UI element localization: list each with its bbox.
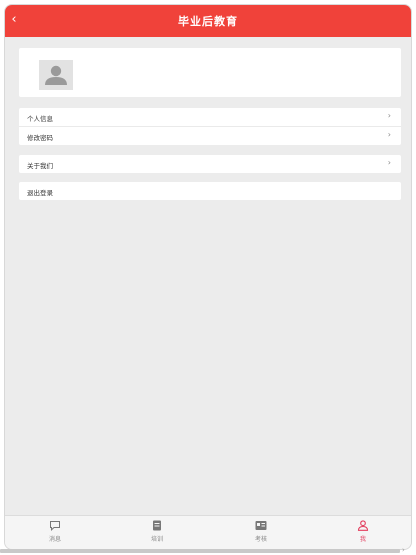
- menu-item-change-password[interactable]: 修改密码 ›: [19, 126, 401, 145]
- tab-label: 考核: [254, 536, 267, 543]
- tab-label: 我: [359, 536, 366, 543]
- app-window: ‹ 毕业后教育 个人信息 › 修改密码 › 关于我们 › 退出登录 消息 培训 …: [4, 4, 412, 550]
- tab-label: 消息: [48, 536, 61, 543]
- person-avatar-icon[interactable]: [39, 60, 73, 90]
- scroll-right-icon[interactable]: ›: [402, 546, 405, 554]
- profile-card[interactable]: [19, 48, 401, 97]
- menu-item-about-us[interactable]: 关于我们 ›: [19, 155, 401, 173]
- menu-group-about: 关于我们 ›: [19, 155, 401, 173]
- page-title: 毕业后教育: [178, 15, 238, 28]
- tab-label: 培训: [150, 536, 163, 543]
- chat-bubble-icon: [50, 521, 60, 531]
- menu-group-account: 个人信息 › 修改密码 ›: [19, 108, 401, 145]
- chevron-right-icon: ›: [387, 130, 391, 139]
- tab-exam[interactable]: 考核: [236, 520, 286, 543]
- document-icon: [153, 520, 161, 531]
- horizontal-scrollbar[interactable]: [0, 549, 400, 553]
- menu-item-label: 关于我们: [27, 162, 53, 170]
- tab-me[interactable]: 我: [338, 520, 388, 543]
- exam-card-icon: [255, 521, 267, 530]
- menu-item-label: 个人信息: [27, 115, 53, 123]
- logout-label: 退出登录: [27, 189, 53, 197]
- tab-messages[interactable]: 消息: [30, 520, 80, 543]
- chevron-right-icon: ›: [387, 111, 391, 120]
- logout-button[interactable]: 退出登录: [19, 182, 401, 200]
- nav-header: ‹ 毕业后教育: [5, 5, 411, 37]
- bottom-tab-bar: 消息 培训 考核 我: [5, 515, 411, 549]
- person-icon: [357, 520, 369, 531]
- menu-item-label: 修改密码: [27, 134, 53, 142]
- menu-item-personal-info[interactable]: 个人信息 ›: [19, 108, 401, 126]
- menu-group-logout: 退出登录: [19, 182, 401, 200]
- tab-training[interactable]: 培训: [132, 520, 182, 543]
- chevron-right-icon: ›: [387, 158, 391, 167]
